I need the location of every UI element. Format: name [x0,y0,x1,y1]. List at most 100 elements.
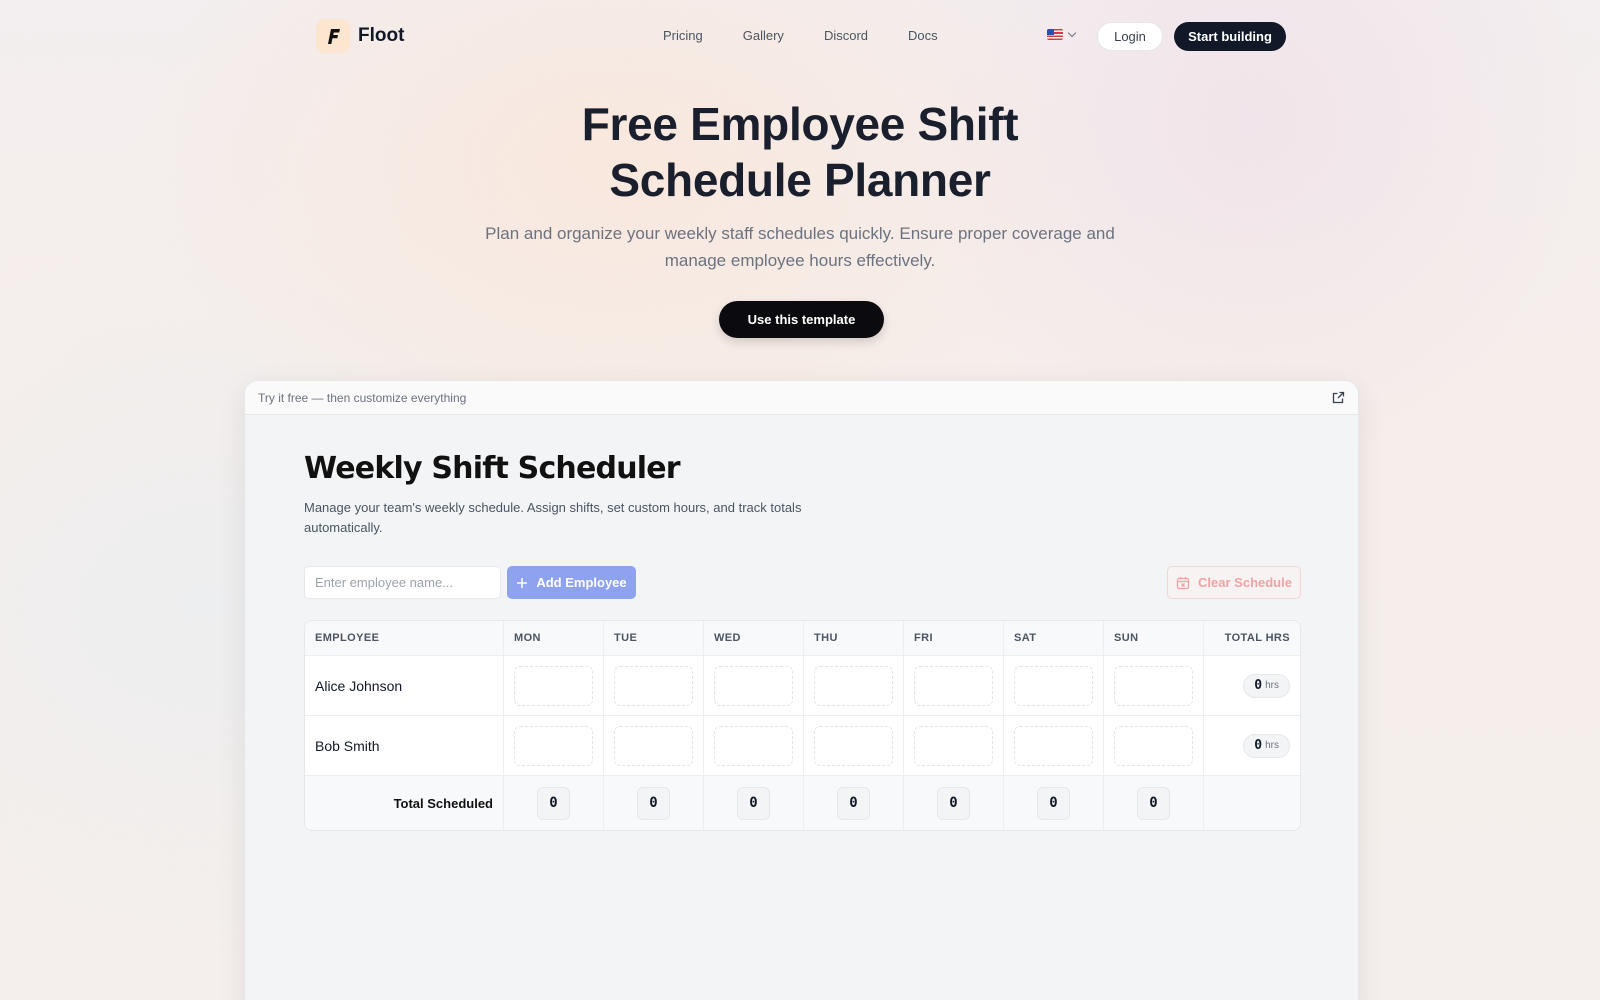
day-cell [1104,656,1204,715]
grand-total-cell [1204,776,1300,830]
external-link-icon[interactable] [1332,391,1345,404]
total-hrs-badge: 0 hrs [1243,733,1290,758]
shift-slot-thu[interactable] [814,725,893,766]
total-label-cell: Total Scheduled [305,776,504,830]
shift-slot-tue[interactable] [614,725,693,766]
login-button[interactable]: Login [1097,22,1163,51]
total-scheduled-row: Total Scheduled 0 0 0 0 0 0 0 [305,776,1300,830]
shift-slot-fri[interactable] [914,725,993,766]
header-total-hrs: TOTAL HRS [1204,621,1300,655]
day-total-mon: 0 [537,786,570,820]
nav-link-gallery[interactable]: Gallery [743,28,784,43]
total-hrs-value: 0 [1254,678,1263,693]
shift-slot-mon[interactable] [514,725,593,766]
employee-name: Alice Johnson [315,677,403,694]
app-title: Weekly Shift Scheduler [304,451,681,486]
add-employee-button[interactable]: Add Employee [507,566,636,599]
header-total-hrs-label: TOTAL HRS [1224,632,1290,644]
day-total-cell: 0 [804,776,904,830]
shift-slot-wed[interactable] [714,665,793,706]
day-total-sat: 0 [1037,786,1070,820]
header-employee: EMPLOYEE [305,621,504,655]
header-thu: THU [804,621,904,655]
header-mon-label: MON [514,632,541,644]
employee-name-input[interactable] [304,566,501,599]
shift-slot-sun[interactable] [1114,665,1193,706]
day-cell [604,656,704,715]
plus-icon [517,577,528,588]
schedule-table: EMPLOYEE MON TUE WED THU FRI SAT SUN TOT… [304,620,1301,831]
clear-schedule-button[interactable]: Clear Schedule [1167,566,1301,599]
shift-slot-sat[interactable] [1014,665,1093,706]
day-cell [804,716,904,775]
hero-title-line-2: Schedule Planner [609,154,991,206]
nav-link-docs[interactable]: Docs [908,28,938,43]
day-cell [504,656,604,715]
table-row: Bob Smith 0 hrs [305,716,1300,776]
day-cell [804,656,904,715]
shift-slot-fri[interactable] [914,665,993,706]
brand[interactable]: Floot [316,19,404,53]
day-cell [904,656,1004,715]
scheduler-controls: Add Employee Clear Schedule [304,566,1301,599]
language-selector[interactable] [1047,28,1077,40]
nav-link-pricing[interactable]: Pricing [663,28,703,43]
header-fri-label: FRI [914,632,933,644]
total-scheduled-label: Total Scheduled [393,795,493,811]
hero-title: Free Employee Shift Schedule Planner [0,96,1600,208]
day-total-cell: 0 [1004,776,1104,830]
us-flag-icon [1047,29,1063,40]
day-cell [1004,656,1104,715]
total-hrs-badge: 0 hrs [1243,673,1290,698]
day-total-fri: 0 [937,786,970,820]
chevron-down-icon [1067,28,1077,38]
preview-frame: Try it free — then customize everything … [244,380,1359,1000]
day-total-wed: 0 [737,786,770,820]
day-cell [604,716,704,775]
calendar-x-icon [1176,576,1190,589]
total-hrs-unit: hrs [1265,740,1279,751]
header-thu-label: THU [814,632,838,644]
day-cell [904,716,1004,775]
use-template-button[interactable]: Use this template [719,301,884,338]
day-total-tue: 0 [637,786,670,820]
day-cell [504,716,604,775]
day-total-thu: 0 [837,786,870,820]
header-sat: SAT [1004,621,1104,655]
start-building-button[interactable]: Start building [1174,22,1286,51]
day-total-cell: 0 [904,776,1004,830]
preview-bar: Try it free — then customize everything [245,381,1358,415]
day-cell [704,656,804,715]
nav-link-discord[interactable]: Discord [824,28,868,43]
day-total-cell: 0 [1104,776,1204,830]
header-mon: MON [504,621,604,655]
shift-slot-tue[interactable] [614,665,693,706]
header-tue: TUE [604,621,704,655]
hero-subtitle: Plan and organize your weekly staff sche… [485,224,1115,270]
shift-slot-thu[interactable] [814,665,893,706]
employee-cell: Alice Johnson [305,656,504,715]
day-total-cell: 0 [704,776,804,830]
header-sun-label: SUN [1114,632,1139,644]
day-cell [1004,716,1104,775]
scheduler-app: Weekly Shift Scheduler Manage your team'… [304,451,1301,831]
header-sun: SUN [1104,621,1204,655]
header-wed-label: WED [714,632,741,644]
day-cell [1104,716,1204,775]
day-total-sun: 0 [1137,786,1170,820]
header-tue-label: TUE [614,632,638,644]
employee-cell: Bob Smith [305,716,504,775]
shift-slot-mon[interactable] [514,665,593,706]
day-total-cell: 0 [504,776,604,830]
header-sat-label: SAT [1014,632,1037,644]
shift-slot-sun[interactable] [1114,725,1193,766]
table-row: Alice Johnson 0 hrs [305,656,1300,716]
shift-slot-wed[interactable] [714,725,793,766]
clear-schedule-label: Clear Schedule [1198,575,1292,590]
total-hrs-cell: 0 hrs [1204,656,1300,715]
nav-links: Pricing Gallery Discord Docs [663,28,938,43]
table-header-row: EMPLOYEE MON TUE WED THU FRI SAT SUN TOT… [305,621,1300,656]
shift-slot-sat[interactable] [1014,725,1093,766]
floot-logo-icon [316,19,350,53]
header-employee-label: EMPLOYEE [315,632,380,644]
